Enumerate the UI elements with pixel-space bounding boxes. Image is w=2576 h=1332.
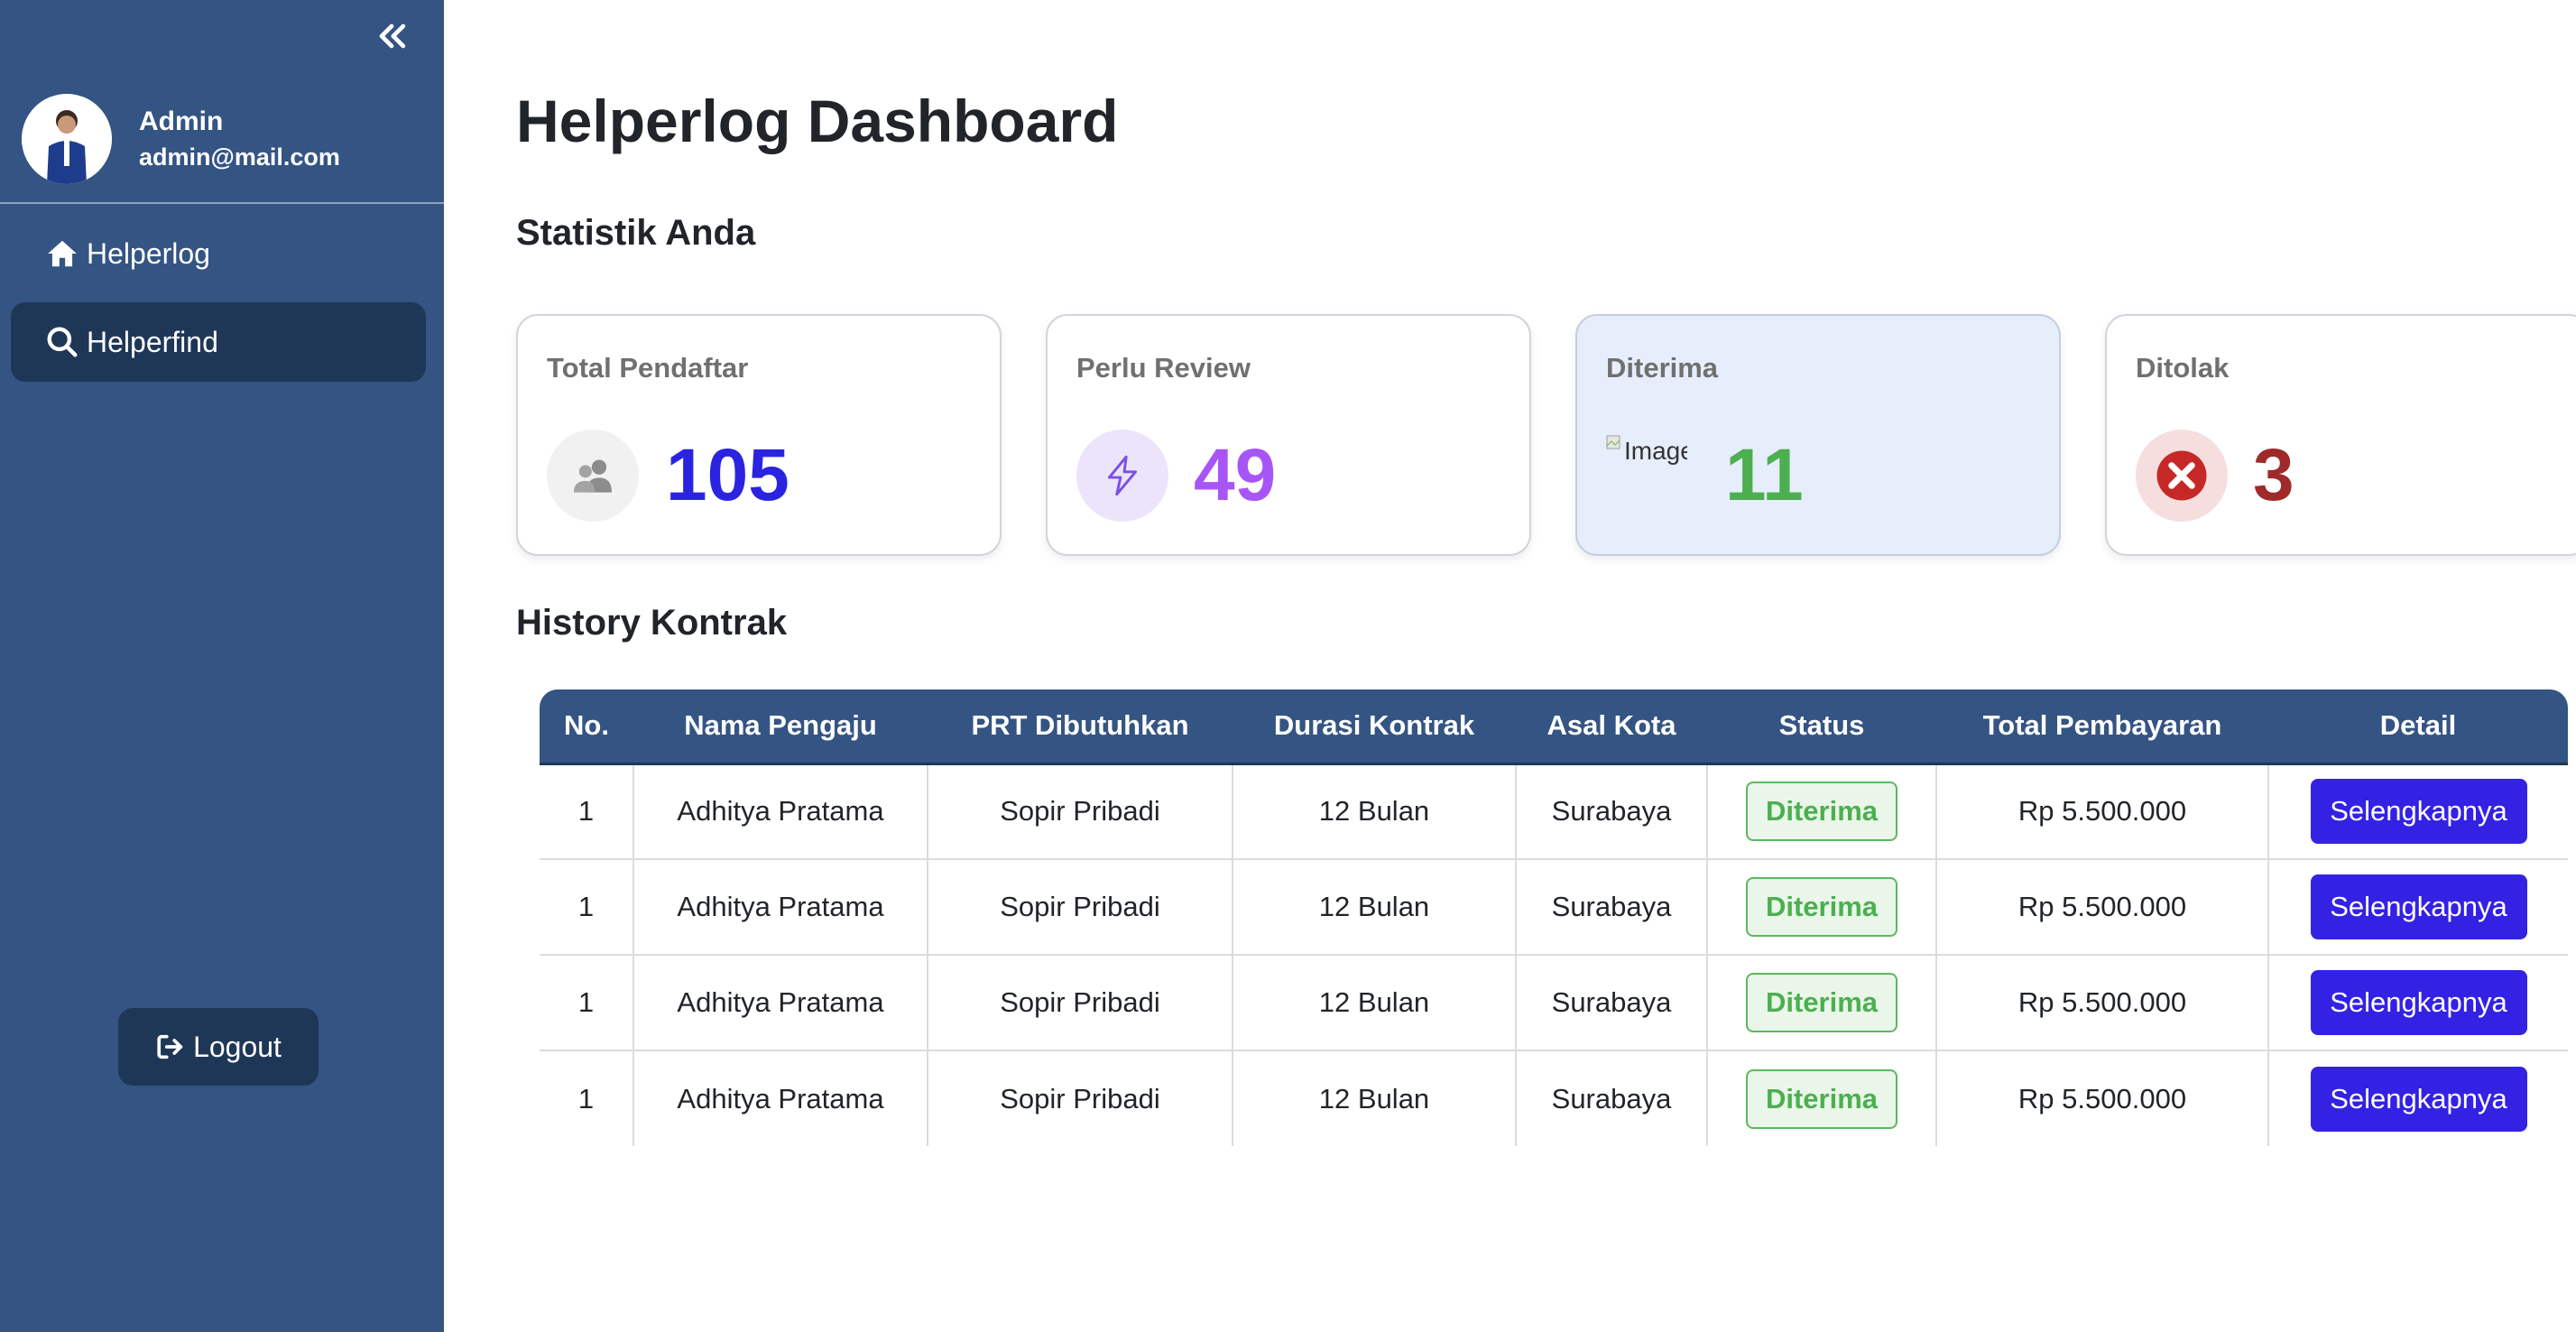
cell-prt: Sopir Pribadi [928, 955, 1233, 1051]
column-header: Nama Pengaju [633, 689, 928, 765]
history-heading: History Kontrak [516, 603, 788, 643]
cell-durasi: 12 Bulan [1233, 763, 1517, 860]
status-badge: Diterima [1745, 877, 1898, 937]
detail-button[interactable]: Selengkapnya [2310, 874, 2527, 939]
cell-nama: Adhitya Pratama [633, 763, 928, 860]
stat-card-label: Diterima [1606, 352, 1719, 384]
x-circle-icon [2136, 430, 2228, 522]
stat-card-value: 11 [1725, 434, 1804, 516]
cell-durasi: 12 Bulan [1233, 859, 1517, 956]
cell-detail: Selengkapnya [2268, 859, 2568, 956]
column-header: Durasi Kontrak [1233, 689, 1516, 765]
sidebar-item-label: Helperfind [87, 325, 218, 358]
profile-text: Admin admin@mail.com [139, 104, 340, 174]
profile-email: admin@mail.com [139, 143, 340, 171]
cell-kota: Surabaya [1516, 763, 1708, 860]
stat-card-value: 49 [1194, 434, 1277, 516]
cell-prt: Sopir Pribadi [928, 1050, 1233, 1146]
detail-button[interactable]: Selengkapnya [2310, 970, 2527, 1035]
status-badge: Diterima [1745, 782, 1898, 842]
history-table: No. Nama Pengaju PRT Dibutuhkan Durasi K… [540, 689, 2568, 1146]
home-icon [48, 240, 77, 267]
stat-card-ditolak: Ditolak 3 [2105, 314, 2576, 556]
avatar [22, 94, 112, 184]
stat-card-value: 3 [2253, 434, 2294, 516]
cell-nama: Adhitya Pratama [633, 955, 928, 1051]
cell-status: Diterima [1707, 1050, 1937, 1146]
cell-total: Rp 5.500.000 [1936, 859, 2269, 956]
profile-name: Admin [139, 106, 224, 136]
stat-card-label: Total Pendaftar [547, 352, 749, 384]
cell-kota: Surabaya [1516, 955, 1708, 1051]
column-header: Status [1707, 689, 1936, 765]
cell-total: Rp 5.500.000 [1936, 1050, 2269, 1146]
stats-heading: Statistik Anda [516, 213, 756, 253]
cell-status: Diterima [1707, 955, 1937, 1051]
table-row: 1 Adhitya Pratama Sopir Pribadi 12 Bulan… [540, 1050, 2568, 1146]
status-badge: Diterima [1745, 973, 1898, 1032]
page-title: Helperlog Dashboard [516, 88, 1119, 154]
column-header: No. [540, 689, 633, 765]
cell-total: Rp 5.500.000 [1936, 955, 2269, 1051]
stat-card-total-pendaftar: Total Pendaftar 105 [516, 314, 1002, 556]
column-header: Total Pembayaran [1936, 689, 2268, 765]
history-table-container: No. Nama Pengaju PRT Dibutuhkan Durasi K… [540, 689, 2568, 1146]
cell-durasi: 12 Bulan [1233, 1050, 1517, 1146]
table-row: 1 Adhitya Pratama Sopir Pribadi 12 Bulan… [540, 859, 2568, 956]
cell-detail: Selengkapnya [2268, 955, 2568, 1051]
logout-button[interactable]: Logout [118, 1008, 319, 1086]
table-row: 1 Adhitya Pratama Sopir Pribadi 12 Bulan… [540, 955, 2568, 1051]
cell-detail: Selengkapnya [2268, 763, 2568, 860]
cell-no: 1 [540, 1050, 634, 1146]
stat-card-diterima: Diterima Image 11 [1575, 314, 2061, 556]
search-icon [47, 327, 78, 357]
cell-status: Diterima [1707, 859, 1937, 956]
cell-prt: Sopir Pribadi [928, 763, 1233, 860]
cell-durasi: 12 Bulan [1233, 955, 1517, 1051]
cell-total: Rp 5.500.000 [1936, 763, 2269, 860]
logout-label: Logout [193, 1030, 282, 1063]
column-header: PRT Dibutuhkan [928, 689, 1233, 765]
sidebar: Admin admin@mail.com Helperlog Helperfin… [0, 0, 444, 1332]
sidebar-item-helperlog[interactable]: Helperlog [11, 214, 426, 293]
column-header: Detail [2268, 689, 2568, 765]
cell-prt: Sopir Pribadi [928, 859, 1233, 956]
cell-no: 1 [540, 763, 634, 860]
stat-card-label: Perlu Review [1076, 352, 1251, 384]
table-row: 1 Adhitya Pratama Sopir Pribadi 12 Bulan… [540, 763, 2568, 860]
broken-image-alt: Image [1624, 437, 1687, 465]
cell-nama: Adhitya Pratama [633, 1050, 928, 1146]
stat-card-label: Ditolak [2136, 352, 2230, 384]
cell-no: 1 [540, 955, 634, 1051]
cell-kota: Surabaya [1516, 859, 1708, 956]
logout-icon [157, 1034, 183, 1059]
lightning-icon [1076, 430, 1168, 522]
sidebar-item-label: Helperlog [87, 236, 210, 270]
detail-button[interactable]: Selengkapnya [2310, 779, 2527, 845]
cell-detail: Selengkapnya [2268, 1050, 2568, 1146]
cell-status: Diterima [1707, 763, 1937, 860]
users-icon [547, 430, 639, 522]
column-header: Asal Kota [1516, 689, 1707, 765]
user-profile: Admin admin@mail.com [22, 94, 340, 184]
status-badge: Diterima [1745, 1068, 1898, 1129]
sidebar-item-helperfind[interactable]: Helperfind [11, 302, 426, 382]
cell-nama: Adhitya Pratama [633, 859, 928, 956]
detail-button[interactable]: Selengkapnya [2310, 1066, 2527, 1132]
table-header-row: No. Nama Pengaju PRT Dibutuhkan Durasi K… [540, 689, 2568, 765]
broken-image-icon: Image [1606, 430, 1687, 522]
sidebar-divider [0, 202, 444, 204]
stat-card-value: 105 [666, 434, 789, 516]
cell-no: 1 [540, 859, 634, 956]
collapse-sidebar-icon[interactable] [372, 16, 411, 56]
stat-card-perlu-review: Perlu Review 49 [1046, 314, 1531, 556]
cell-kota: Surabaya [1516, 1050, 1708, 1146]
